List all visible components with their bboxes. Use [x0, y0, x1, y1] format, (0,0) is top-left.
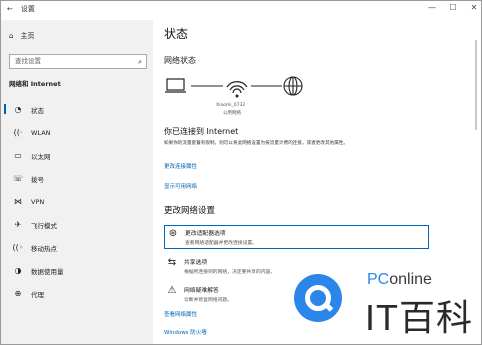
- close-button[interactable]: ✕: [469, 3, 479, 12]
- sidebar-nav: ◔ 状态 ((· WLAN ▭ 以太网 ☏ 拨号 ⋈ VPN ✈ 飞行模式 ((…: [1, 98, 153, 305]
- sidebar-item-airplane[interactable]: ✈ 飞行模式: [1, 213, 153, 236]
- minimize-button[interactable]: —: [427, 3, 437, 12]
- sidebar-item-label: 状态: [31, 106, 44, 115]
- watermark: PConline IT百科: [285, 259, 481, 344]
- sidebar-item-label: 飞行模式: [31, 221, 57, 230]
- wifi-signal-icon: [226, 81, 248, 98]
- warning-icon: ⚠: [167, 285, 177, 296]
- watermark-text: IT百科: [365, 297, 473, 338]
- network-type: 公用网络: [223, 111, 241, 116]
- sidebar-item-proxy[interactable]: ⊕ 代理: [1, 282, 153, 305]
- option-title: 网络疑难解答: [184, 288, 219, 294]
- brand-prefix: PC: [367, 271, 390, 288]
- data-usage-icon: ◑: [14, 266, 22, 275]
- share-icon: ⇆: [167, 257, 177, 268]
- sidebar: ⌂ 主页 查找设置 ⌕ 网络和 Internet ◔ 状态 ((· WLAN ▭…: [1, 20, 153, 344]
- sidebar-item-data-usage[interactable]: ◑ 数据使用量: [1, 259, 153, 282]
- sidebar-item-wlan[interactable]: ((· WLAN: [1, 121, 153, 144]
- settings-window: ← 设置 — ☐ ✕ ⌂ 主页 查找设置 ⌕ 网络和 Internet ◔ 状态…: [0, 0, 482, 345]
- search-icon[interactable]: ⌕: [138, 56, 142, 69]
- network-status-heading: 网络状态: [164, 56, 196, 65]
- sidebar-item-label: VPN: [31, 197, 45, 206]
- window-controls: — ☐ ✕: [427, 3, 479, 12]
- status-icon: ◔: [14, 105, 22, 114]
- sidebar-item-dialup[interactable]: ☏ 拨号: [1, 167, 153, 190]
- sidebar-item-status[interactable]: ◔ 状态: [1, 98, 153, 121]
- search-placeholder: 查找设置: [15, 57, 41, 65]
- wifi-icon: ((·: [13, 128, 23, 137]
- scrollbar[interactable]: [475, 40, 477, 130]
- sidebar-item-hotspot[interactable]: ((◦ 移动热点: [1, 236, 153, 259]
- sidebar-item-label: 以太网: [31, 152, 51, 161]
- sidebar-item-ethernet[interactable]: ▭ 以太网: [1, 144, 153, 167]
- home-link[interactable]: ⌂ 主页: [9, 31, 34, 41]
- vpn-icon: ⋈: [14, 197, 22, 206]
- connected-title: 你已连接到 Internet: [164, 127, 239, 136]
- option-description: 诊断并修复网络问题。: [184, 298, 232, 303]
- home-label: 主页: [20, 32, 35, 40]
- ethernet-icon: ▭: [14, 151, 22, 160]
- pconline-logo-icon: [294, 274, 342, 322]
- change-settings-heading: 更改网络设置: [164, 206, 216, 216]
- sidebar-item-label: WLAN: [31, 128, 51, 137]
- maximize-button[interactable]: ☐: [448, 3, 458, 12]
- page-title: 状态: [164, 27, 189, 41]
- change-adapter-options[interactable]: ⊛ 更改适配器选项 查看网络适配器并更改连接设置。: [164, 225, 429, 249]
- sidebar-item-label: 代理: [31, 290, 44, 299]
- title-bar: ← 设置 — ☐ ✕: [1, 1, 481, 20]
- section-label: 网络和 Internet: [9, 80, 61, 88]
- sidebar-item-label: 数据使用量: [31, 267, 64, 276]
- adapter-icon: ⊛: [168, 228, 178, 239]
- watermark-brand: PConline: [367, 271, 432, 289]
- change-connection-properties-link[interactable]: 更改连接属性: [164, 162, 197, 170]
- option-description: 查看网络适配器并更改连接设置。: [185, 241, 257, 246]
- option-title: 更改适配器选项: [185, 231, 226, 237]
- windows-firewall-link[interactable]: Windows 防火墙: [164, 328, 207, 336]
- option-title: 共享选项: [184, 260, 208, 266]
- back-arrow-icon[interactable]: ←: [7, 5, 13, 13]
- show-available-networks-link[interactable]: 显示可用网络: [164, 182, 197, 190]
- home-icon: ⌂: [9, 32, 14, 40]
- sidebar-item-label: 拨号: [31, 175, 44, 184]
- option-description: 根据所连接到的网络，决定要共享的内容。: [184, 270, 276, 275]
- window-title: 设置: [20, 5, 35, 13]
- sidebar-item-label: 移动热点: [31, 244, 57, 253]
- globe-icon: [283, 76, 303, 96]
- proxy-icon: ⊕: [14, 289, 22, 298]
- sidebar-item-vpn[interactable]: ⋈ VPN: [1, 190, 153, 213]
- view-network-properties-link[interactable]: 查看网络属性: [164, 310, 197, 318]
- hotspot-icon: ((◦: [12, 243, 24, 252]
- laptop-icon: [165, 78, 186, 93]
- connected-description: 如果你的流量套餐有限制，则可以将此网络设置为按流量计费的连接，或者更改其他属性。: [164, 141, 348, 146]
- search-input[interactable]: 查找设置 ⌕: [9, 54, 147, 69]
- brand-suffix: online: [389, 271, 432, 288]
- dialup-icon: ☏: [13, 174, 24, 183]
- airplane-icon: ✈: [14, 220, 22, 229]
- network-name: Xiaomi_0732: [216, 103, 246, 108]
